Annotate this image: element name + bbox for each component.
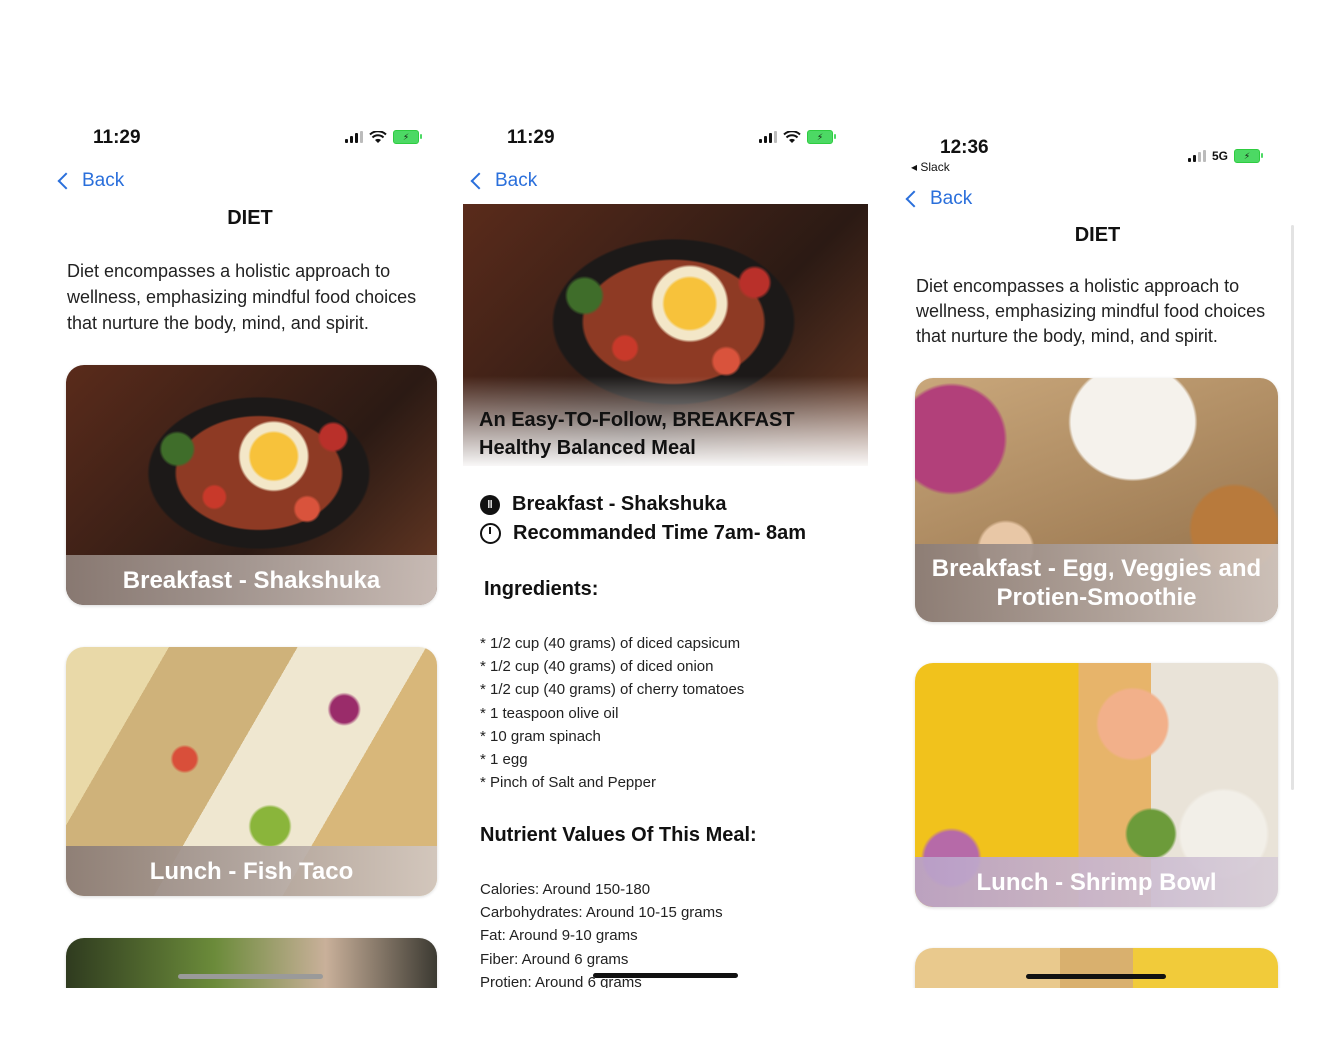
back-label: Back [930,188,973,209]
hero-title: An Easy-TO-Follow, BREAKFAST Healthy Bal… [479,409,795,459]
meal-card-dinner[interactable] [66,938,437,988]
status-icons: ⚡ [345,130,422,144]
chevron-left-icon [57,172,75,190]
hero-banner: An Easy-TO-Follow, BREAKFAST Healthy Bal… [463,204,868,466]
meal-image [66,938,437,988]
signal-icon [1188,150,1206,162]
page-title: DIET [227,207,273,229]
nutrients-heading: Nutrient Values Of This Meal: [480,824,757,846]
screen-viewport: 11:29 ⚡ Back DIET Diet encompasses a hol… [50,0,450,988]
screen-viewport: 11:29 ⚡ Back An Easy-TO-Follow, BREAKFAS… [463,0,868,988]
meal-image [915,948,1278,988]
status-icons: ⚡ [759,130,836,144]
recommended-time-row: Recommanded Time 7am- 8am [480,522,806,545]
phone-diet-list-2: 12:36 ◂ Slack 5G ⚡ Back DIET Diet encomp… [900,0,1295,1054]
list-item: * Pinch of Salt and Pepper [480,774,656,792]
wifi-icon [783,130,801,143]
ingredients-list: * 1/2 cup (40 grams) of diced capsicum *… [480,632,744,794]
battery-charging-icon: ⚡ [1234,149,1264,163]
phone-diet-list: 11:29 ⚡ Back DIET Diet encompasses a hol… [50,0,450,1054]
recommended-time: Recommanded Time 7am- 8am [513,522,807,544]
wifi-icon [369,130,387,143]
chevron-left-icon [905,190,923,208]
home-indicator[interactable] [178,974,323,979]
meal-card-breakfast[interactable]: Breakfast - Shakshuka [66,365,437,605]
phone-meal-detail: 11:29 ⚡ Back An Easy-TO-Follow, BREAKFAS… [463,0,868,1054]
back-button[interactable]: Back [905,188,973,210]
back-label: Back [82,170,125,191]
home-indicator[interactable] [593,973,738,978]
meal-card-label: Lunch - Shrimp Bowl [915,857,1278,907]
signal-icon [345,131,363,143]
status-time: 11:29 [507,127,555,148]
list-item: * 10 gram spinach [480,727,601,745]
list-item: Calories: Around 150-180 [480,881,651,898]
back-label: Back [495,170,538,191]
meal-card-label: Breakfast - Shakshuka [66,555,437,605]
nutrients-list: Calories: Around 150-180 Carbohydrates: … [480,878,723,988]
status-icons: 5G ⚡ [1188,149,1264,163]
chevron-left-icon [470,172,488,190]
meal-name: Breakfast - Shakshuka [512,493,727,515]
back-button[interactable]: Back [57,170,125,192]
signal-icon [759,131,777,143]
return-to-app-link[interactable]: ◂ Slack [911,160,950,174]
scrollbar[interactable] [1291,225,1294,790]
list-item: * 1/2 cup (40 grams) of diced capsicum [480,635,741,652]
status-time: 11:29 [93,127,141,148]
status-time: 12:36 [940,137,989,158]
meal-card-label: Lunch - Fish Taco [66,846,437,896]
page-title: DIET [1074,224,1121,246]
list-item: * 1 teaspoon olive oil [480,704,619,722]
meal-card-breakfast[interactable]: Breakfast - Egg, Veggies and Protien-Smo… [915,378,1278,622]
dish-icon: ‖ [480,494,500,515]
meal-name-row: ‖ Breakfast - Shakshuka [480,493,727,516]
screen-viewport: 12:36 ◂ Slack 5G ⚡ Back DIET Diet encomp… [900,0,1295,988]
battery-charging-icon: ⚡ [393,130,422,144]
battery-charging-icon: ⚡ [807,130,836,144]
ingredients-heading: Ingredients: [484,578,599,600]
list-item: Fat: Around 9-10 grams [480,927,638,945]
intro-text: Diet encompasses a holistic approach to … [67,261,417,333]
meal-card-lunch[interactable]: Lunch - Fish Taco [66,647,437,896]
network-type: 5G [1212,149,1229,163]
list-item: * 1 egg [480,751,528,769]
list-item: Carbohydrates: Around 10-15 grams [480,904,723,922]
list-item: * 1/2 cup (40 grams) of cherry tomatoes [480,681,745,699]
home-indicator[interactable] [1026,974,1166,979]
list-item: * 1/2 cup (40 grams) of diced onion [480,658,714,676]
meal-card-label: Breakfast - Egg, Veggies and Protien-Smo… [915,544,1278,622]
meal-card-lunch[interactable]: Lunch - Shrimp Bowl [915,663,1278,907]
clock-icon [480,523,501,544]
back-button[interactable]: Back [470,170,538,192]
return-app-label: Slack [920,160,950,174]
list-item: Fiber: Around 6 grams [480,950,629,968]
meal-card-dinner[interactable] [915,948,1278,988]
intro-text: Diet encompasses a holistic approach to … [916,276,1266,346]
